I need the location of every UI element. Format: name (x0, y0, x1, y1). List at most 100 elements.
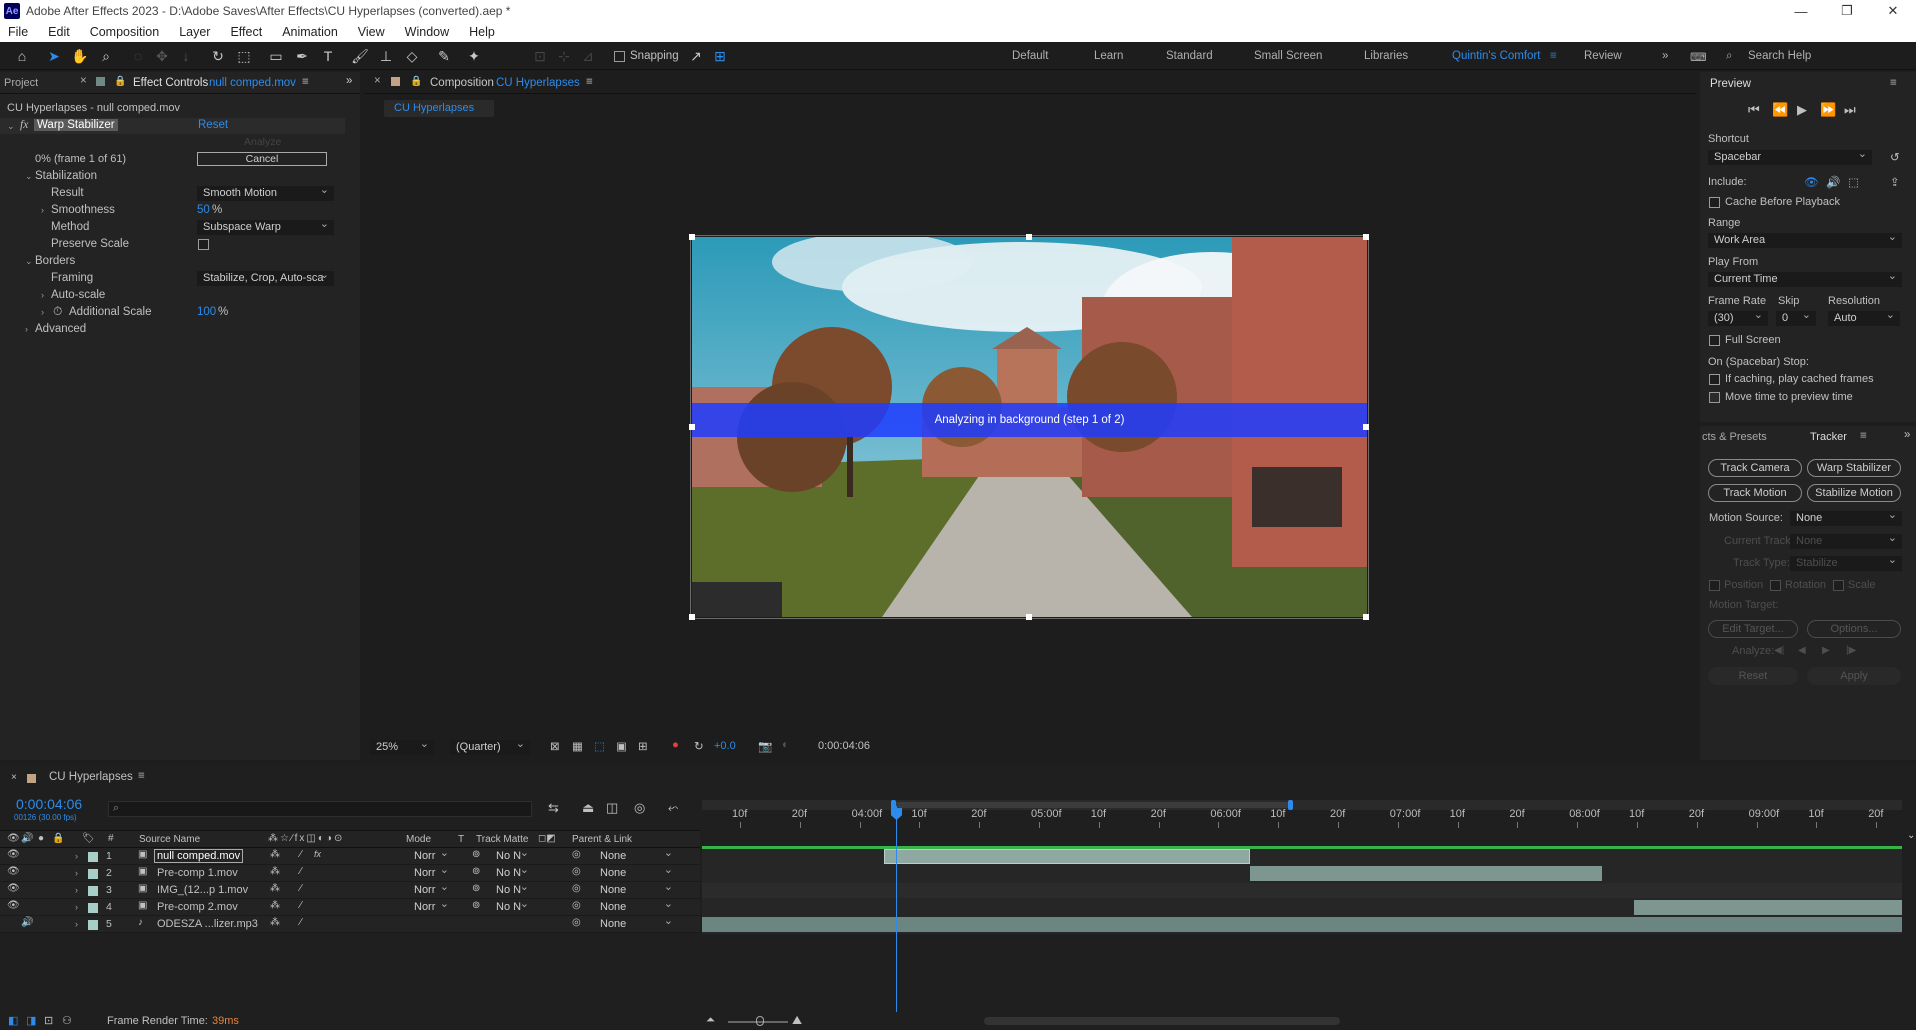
workspace-menu-icon[interactable]: ≡ (1550, 50, 1557, 62)
label-header-icon[interactable]: 🏷 (82, 833, 95, 844)
track-camera-button[interactable]: Track Camera (1708, 459, 1802, 477)
track-motion-button[interactable]: Track Motion (1708, 484, 1802, 502)
workspace-quintins-comfort[interactable]: Quintin's Comfort (1452, 50, 1540, 62)
axis-view-icon[interactable]: ⊿ (578, 47, 598, 65)
move-time-checkbox[interactable] (1709, 392, 1720, 403)
magnification-dropdown[interactable]: 25% (370, 740, 434, 755)
layer-4-label-color[interactable] (88, 903, 98, 913)
snapshot-icon[interactable]: 📷 (758, 739, 772, 753)
tab-project[interactable]: Project (4, 77, 38, 89)
autoscale-twirl[interactable]: › (41, 290, 44, 300)
workspace-small-screen[interactable]: Small Screen (1254, 50, 1322, 62)
handle-mr[interactable] (1363, 424, 1369, 430)
handle-ml[interactable] (689, 424, 695, 430)
frame-blending-icon[interactable]: ◎ (634, 800, 645, 816)
fast-previews-icon[interactable]: ⊠ (550, 739, 560, 753)
playhead-line[interactable] (896, 806, 897, 1012)
stopwatch-icon[interactable]: ⏱ (53, 304, 62, 319)
draft-3d-icon[interactable]: ⏏ (582, 800, 594, 816)
workspace-standard[interactable]: Standard (1166, 50, 1213, 62)
external-video-icon[interactable]: ⇪ (1890, 175, 1900, 189)
layer-3-mode-dropdown[interactable]: Norr (408, 883, 454, 898)
analyze-button[interactable]: Analyze (244, 136, 281, 148)
borders-twirl[interactable]: ⌄ (25, 256, 33, 267)
preserve-scale-checkbox[interactable] (198, 239, 209, 250)
axis-local-icon[interactable]: ⊡ (530, 47, 550, 65)
play-icon[interactable]: ▶ (1797, 102, 1807, 118)
position-checkbox[interactable] (1709, 580, 1720, 591)
zoom-tool-icon[interactable]: ⌕ (96, 47, 116, 65)
region-of-interest-icon[interactable]: ▣ (616, 739, 627, 753)
handle-tc[interactable] (1026, 234, 1032, 240)
layer-2-mode-dropdown[interactable]: Norr (408, 866, 454, 881)
home-icon[interactable]: ⌂ (12, 47, 32, 65)
menu-view[interactable]: View (358, 25, 385, 39)
layer-5-twirl[interactable]: › (75, 919, 78, 929)
snap-grid-icon[interactable]: ⊞ (710, 47, 730, 65)
handle-br[interactable] (1363, 614, 1369, 620)
dolly-tool-icon[interactable]: ↓ (176, 47, 196, 65)
motion-source-dropdown[interactable]: None (1790, 511, 1902, 526)
smoothness-twirl[interactable]: › (41, 205, 44, 215)
column-track-matte[interactable]: Track Matte (476, 834, 528, 845)
stabilize-motion-button[interactable]: Stabilize Motion (1807, 484, 1901, 502)
lock-icon[interactable]: 🔒 (114, 76, 126, 87)
cache-before-playback-checkbox[interactable] (1709, 197, 1720, 208)
solo-header-icon[interactable]: ● (38, 833, 44, 844)
search-icon[interactable]: ⌕ (1726, 50, 1732, 63)
menu-effect[interactable]: Effect (230, 25, 262, 39)
zoom-out-icon[interactable]: ⏶ (706, 1014, 715, 1027)
layer-2-twirl[interactable]: › (75, 868, 78, 878)
layer-row-4[interactable]: 👁 › 4 ▣ Pre-comp 2.mov ⁂ ∕ Norr ⊚ No N ◎… (0, 899, 700, 916)
scale-checkbox[interactable] (1833, 580, 1844, 591)
menu-composition[interactable]: Composition (90, 25, 159, 39)
minimize-icon[interactable]: — (1778, 0, 1824, 22)
autoscale-group[interactable]: Auto-scale (51, 289, 105, 301)
addscale-twirl[interactable]: › (41, 307, 44, 317)
framing-dropdown[interactable]: Stabilize, Crop, Auto-sca (197, 271, 334, 286)
preview-menu-icon[interactable]: ≡ (1890, 77, 1897, 89)
workspace-learn[interactable]: Learn (1094, 50, 1123, 62)
roto-brush-icon[interactable]: ✎ (434, 47, 454, 65)
rectangle-tool-icon[interactable]: ▭ (266, 47, 286, 65)
transparency-grid-icon[interactable]: ▦ (572, 739, 583, 753)
layer-4-twirl[interactable]: › (75, 902, 78, 912)
tab-effects-presets[interactable]: cts & Presets (1702, 431, 1767, 443)
handle-bl[interactable] (689, 614, 695, 620)
layer-2-visibility-icon[interactable]: 👁 (7, 866, 20, 877)
layer-1-fx-icon[interactable]: fx (314, 849, 321, 859)
layer-3-matte-icon[interactable]: ⊚ (472, 883, 480, 894)
analyze-back-1-icon[interactable]: ◀| (1774, 645, 1784, 656)
layer-5-label-color[interactable] (88, 920, 98, 930)
comp-flowchart-tab[interactable]: CU Hyperlapses (394, 102, 474, 114)
comp-end-marker[interactable]: ⌄ (1907, 830, 1916, 866)
resolution-dropdown[interactable]: (Quarter) (450, 740, 530, 755)
layer-2-shy-icon[interactable]: ⁂ (270, 866, 280, 877)
grid-guides-icon[interactable]: ⊞ (638, 739, 648, 753)
layer-3-visibility-icon[interactable]: 👁 (7, 883, 20, 894)
search-help-input[interactable]: Search Help (1748, 50, 1811, 62)
skip-dropdown[interactable]: 0 (1776, 311, 1816, 326)
layer-1-name[interactable]: null comped.mov (154, 849, 244, 863)
brush-tool-icon[interactable]: 🖌 (350, 47, 370, 65)
layer-2-duration-bar[interactable] (1250, 866, 1602, 881)
layer-1-matte-dropdown[interactable]: No N (490, 849, 534, 864)
tab-effect-controls[interactable]: Effect Controls (133, 77, 208, 89)
audio-switch-header-icon[interactable]: 🔊 (21, 833, 33, 844)
options-button[interactable]: Options... (1807, 620, 1901, 638)
composition-mini-flowchart-icon[interactable]: ⇆ (548, 800, 559, 816)
layer-5-audio-icon[interactable]: 🔊 (21, 917, 33, 928)
reset-preview-icon[interactable]: ↺ (1890, 150, 1900, 164)
shortcut-dropdown[interactable]: Spacebar (1708, 150, 1872, 165)
layer-2-name[interactable]: Pre-comp 1.mov (157, 867, 238, 879)
layer-5-parent-dropdown[interactable]: None (594, 917, 678, 932)
layer-row-2[interactable]: 👁 › 2 ▣ Pre-comp 1.mov ⁂ ∕ Norr ⊚ No N ◎… (0, 865, 700, 882)
layer-4-name[interactable]: Pre-comp 2.mov (157, 901, 238, 913)
lock-header-icon[interactable]: 🔒 (52, 833, 64, 844)
layer-row-1[interactable]: 👁 › 1 ▣ null comped.mov ⁂ ∕ fx Norr ⊚ No… (0, 848, 700, 865)
layer-2-parent-dropdown[interactable]: None (594, 866, 678, 881)
layer-3-duration-bar[interactable] (702, 883, 1902, 898)
fx-icon[interactable]: fx (20, 119, 28, 131)
menu-edit[interactable]: Edit (48, 25, 70, 39)
toggle-transfer-icon[interactable]: ◨ (26, 1014, 36, 1027)
